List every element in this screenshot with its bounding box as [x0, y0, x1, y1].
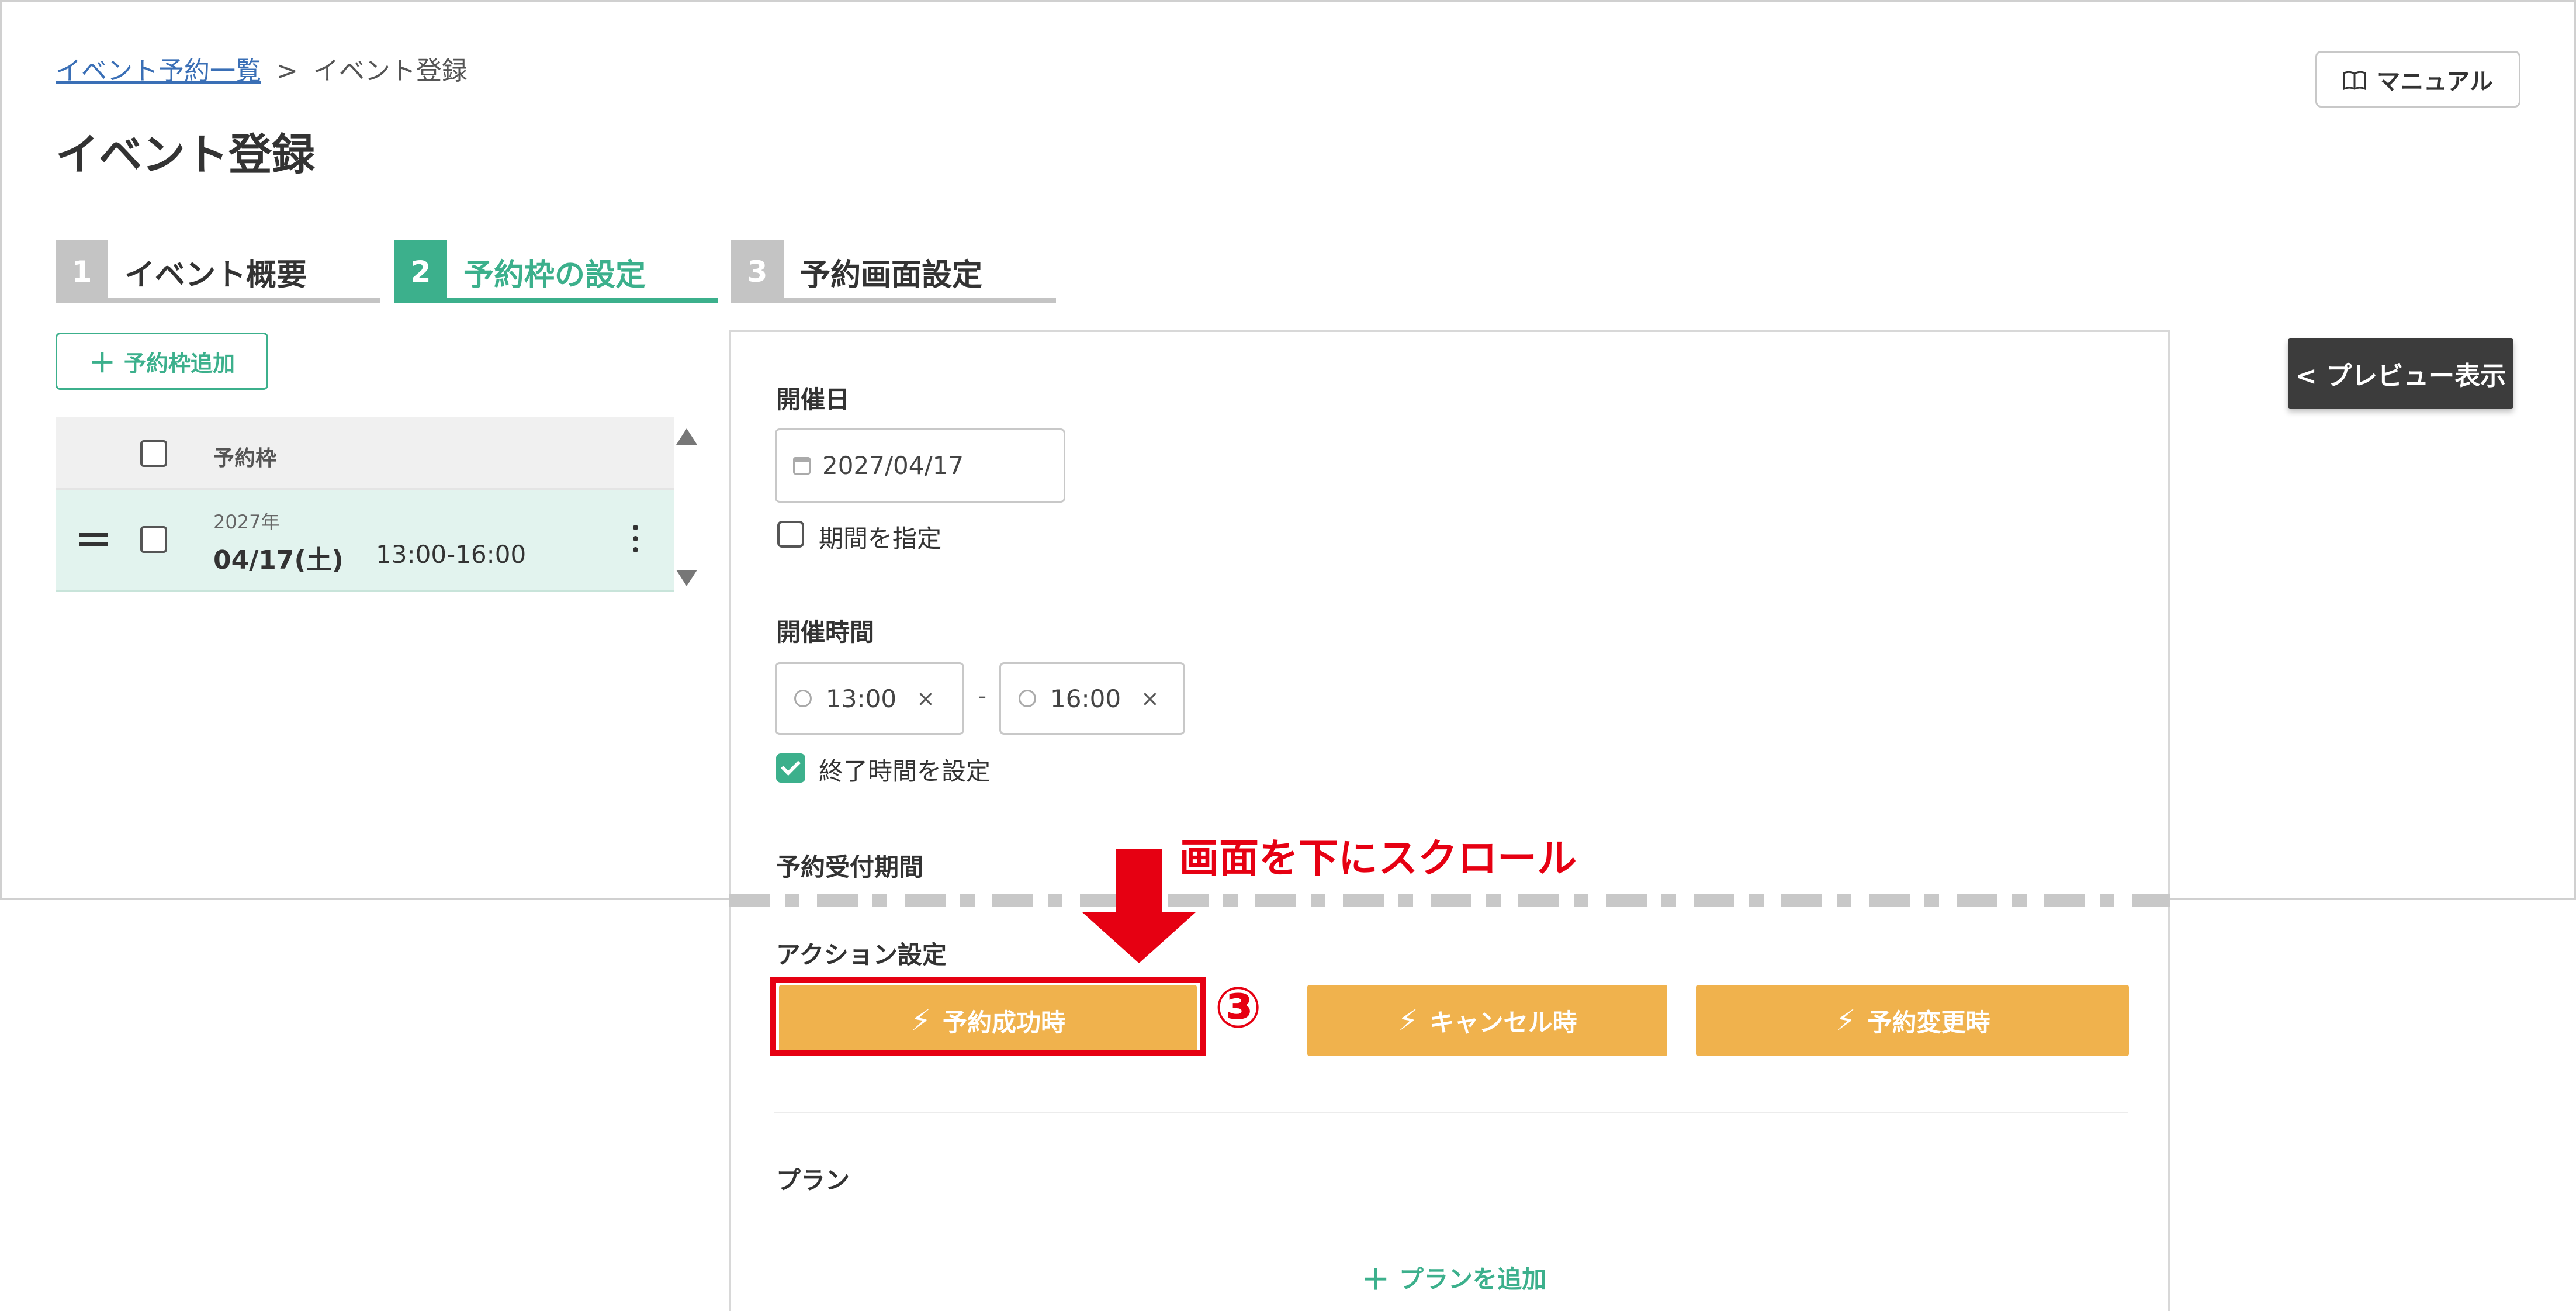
breadcrumb-link-event-list[interactable]: イベント予約一覧 [56, 56, 261, 86]
clock-icon [794, 690, 812, 707]
add-slot-label: 予約枠追加 [123, 350, 235, 376]
calendar-icon [793, 456, 811, 475]
clock-icon [1019, 690, 1036, 707]
action-button-change[interactable]: ⚡ 予約変更時 [1696, 985, 2129, 1056]
end-time-input[interactable]: 16:00 × [999, 662, 1185, 735]
range-checkbox[interactable] [777, 521, 804, 548]
add-slot-button[interactable]: ＋ 予約枠追加 [56, 333, 268, 390]
end-time-value: 16:00 [1050, 684, 1121, 713]
drag-handle-icon-line [79, 542, 108, 546]
breadcrumb-current: イベント登録 [313, 56, 468, 86]
slot-time: 13:00-16:00 [376, 540, 527, 569]
add-plan-button[interactable]: ＋ プランを追加 [1362, 1257, 1546, 1298]
step-label: イベント概要 [124, 257, 307, 293]
row-checkbox[interactable] [140, 526, 167, 553]
more-vertical-icon[interactable] [633, 525, 639, 558]
highlight-box [770, 977, 1206, 1056]
end-time-checkbox-label: 終了時間を設定 [819, 757, 991, 786]
action-label: 予約変更時 [1867, 1008, 1990, 1037]
scroll-up-icon[interactable] [676, 428, 697, 445]
clear-icon[interactable]: × [916, 686, 935, 711]
breadcrumb-separator: > [276, 56, 298, 86]
time-label: 開催時間 [776, 618, 875, 646]
scroll-down-icon[interactable] [676, 570, 697, 586]
plus-icon: ＋ [88, 347, 116, 379]
down-arrow-head-icon [1082, 912, 1196, 963]
step-underline [731, 298, 1056, 303]
plus-icon: ＋ [1362, 1264, 1390, 1296]
time-separator: - [978, 682, 987, 710]
step-slot-settings[interactable]: 2 予約枠の設定 [394, 240, 718, 303]
action-label: キャンセル時 [1429, 1008, 1577, 1037]
breadcrumb: イベント予約一覧 > イベント登録 [56, 50, 468, 87]
date-input[interactable]: 2027/04/17 [775, 428, 1065, 503]
end-time-checkbox[interactable] [776, 753, 805, 783]
step-number: 3 [731, 240, 784, 303]
step-label: 予約画面設定 [800, 257, 983, 293]
step-event-overview[interactable]: 1 イベント概要 [56, 240, 380, 303]
annotation-step-number: ③ [1214, 975, 1262, 1040]
slot-table: 予約枠 2027年 04/17(土) 13:00-16:00 [56, 417, 674, 592]
step-number: 1 [56, 240, 108, 303]
down-arrow-icon [1116, 849, 1162, 913]
step-underline [394, 298, 718, 303]
step-reservation-screen[interactable]: 3 予約画面設定 [731, 240, 1056, 303]
slot-date: 04/17(土) [213, 545, 344, 575]
check-icon [781, 756, 801, 776]
step-label: 予約枠の設定 [463, 257, 646, 293]
form-panel: 開催日 2027/04/17 期間を指定 開催時間 13:00 × - 16:0… [729, 330, 2170, 1311]
select-all-checkbox[interactable] [140, 440, 167, 467]
lightning-icon: ⚡ [1835, 1004, 1856, 1037]
manual-button[interactable]: マニュアル [2315, 51, 2520, 108]
start-time-value: 13:00 [826, 684, 897, 713]
clear-icon[interactable]: × [1141, 686, 1159, 711]
book-icon [2343, 70, 2366, 90]
slot-column-header: 予約枠 [213, 447, 277, 471]
table-row[interactable]: 2027年 04/17(土) 13:00-16:00 [56, 490, 674, 592]
start-time-input[interactable]: 13:00 × [775, 662, 964, 735]
range-checkbox-label: 期間を指定 [819, 524, 942, 553]
slot-table-header: 予約枠 [56, 417, 674, 490]
annotation-scroll-text: 画面を下にスクロール [1179, 836, 1577, 882]
slot-year: 2027年 [213, 511, 280, 533]
add-plan-label: プランを追加 [1399, 1264, 1547, 1293]
date-value: 2027/04/17 [822, 451, 964, 480]
plan-label: プラン [776, 1166, 850, 1195]
drag-handle-icon[interactable] [79, 533, 108, 537]
action-settings-label: アクション設定 [776, 940, 947, 969]
scroll-break-divider [729, 894, 2170, 907]
lightning-icon: ⚡ [1397, 1004, 1418, 1037]
step-number: 2 [394, 240, 447, 303]
date-label: 開催日 [776, 385, 850, 414]
action-button-cancel[interactable]: ⚡ キャンセル時 [1307, 985, 1667, 1056]
section-divider [774, 1112, 2128, 1113]
preview-button[interactable]: < プレビュー表示 [2288, 338, 2513, 409]
reception-period-label: 予約受付期間 [776, 853, 924, 881]
manual-button-label: マニュアル [2377, 68, 2493, 95]
page-title: イベント登録 [56, 130, 315, 180]
step-underline [56, 298, 380, 303]
